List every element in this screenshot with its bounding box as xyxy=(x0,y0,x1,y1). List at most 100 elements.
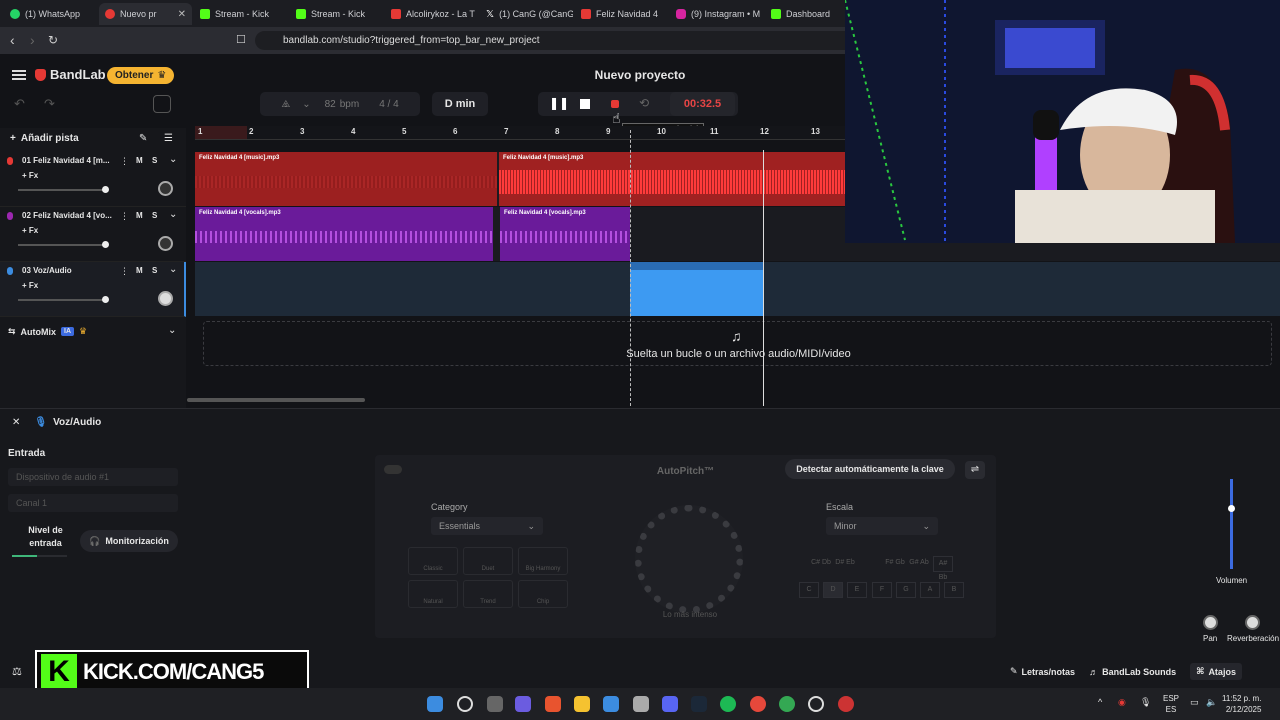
key-f[interactable]: F xyxy=(872,582,892,598)
volume-slider[interactable] xyxy=(18,299,106,301)
url-field[interactable]: bandlab.com/studio?triggered_from=top_ba… xyxy=(255,31,855,50)
upgrade-button[interactable]: Obtener ♛ xyxy=(107,67,175,84)
metronome-dropdown-icon[interactable]: ⌄ xyxy=(302,99,310,110)
key-d-sharp[interactable]: D# Eb xyxy=(835,556,855,572)
key-b[interactable]: B xyxy=(944,582,964,598)
solo-button[interactable]: S xyxy=(152,156,157,165)
search-icon[interactable] xyxy=(457,696,473,712)
detect-key-button[interactable]: Detectar automáticamente la clave xyxy=(785,459,955,479)
key-g[interactable]: G xyxy=(896,582,916,598)
category-select[interactable]: Essentials ⌄ xyxy=(431,517,543,535)
store-icon[interactable] xyxy=(603,696,619,712)
mute-button[interactable]: M xyxy=(136,156,143,165)
tab-bandlab[interactable]: Nuevo pr ✕ xyxy=(99,3,192,25)
time-signature[interactable]: 4 / 4 xyxy=(379,99,398,110)
mute-button[interactable]: M xyxy=(136,211,143,220)
solo-button[interactable]: S xyxy=(152,211,157,220)
mic-tray-icon[interactable]: 🎙 xyxy=(1140,697,1151,708)
tray-chevron-icon[interactable]: ^ xyxy=(1098,697,1102,707)
language-indicator[interactable]: ESP ES xyxy=(1163,693,1179,715)
chevron-down-icon[interactable]: ⌄ xyxy=(169,209,177,220)
add-track-button[interactable]: + Añadir pista xyxy=(10,133,79,144)
tempo-control[interactable]: ⧌ ⌄ 82 bpm 4 / 4 xyxy=(260,92,420,116)
volume-slider[interactable] xyxy=(18,189,106,191)
monitor-button[interactable]: 🎧 Monitorización xyxy=(80,530,178,552)
loop-icon[interactable]: ⟲ xyxy=(639,96,649,110)
add-fx-button[interactable]: + Fx xyxy=(22,226,38,235)
key-g-sharp[interactable]: G# Ab xyxy=(909,556,929,572)
metronome-icon[interactable]: ⧌ xyxy=(281,99,290,110)
shortcuts-button[interactable]: ⌘ Atajos xyxy=(1190,663,1242,680)
reload-icon[interactable]: ↻ xyxy=(48,33,58,47)
tray-app-icon[interactable]: ◉ xyxy=(1118,697,1126,708)
chevron-down-icon[interactable]: ⌄ xyxy=(169,264,177,275)
reverb-knob[interactable] xyxy=(1245,615,1260,630)
preset-big-harmony[interactable]: Big Harmony xyxy=(518,547,568,575)
steam-icon[interactable] xyxy=(691,696,707,712)
volume-fader[interactable] xyxy=(1230,479,1233,569)
more-icon[interactable]: ⋮ xyxy=(120,211,129,222)
record-icon[interactable] xyxy=(611,100,619,108)
obs-icon[interactable] xyxy=(808,696,824,712)
key-c-sharp[interactable]: C# Db xyxy=(811,556,831,572)
bookmark-icon[interactable]: ☐ xyxy=(236,33,246,46)
track-name[interactable]: 01 Feliz Navidad 4 [m... xyxy=(22,156,110,165)
track-name[interactable]: 02 Feliz Navidad 4 [vo... xyxy=(22,211,112,220)
pause-icon[interactable]: ❚❚ xyxy=(549,96,569,110)
edit-tool-icon[interactable]: ✎ xyxy=(139,133,147,144)
preset-classic[interactable]: Classic xyxy=(408,547,458,575)
add-fx-button[interactable]: + Fx xyxy=(22,171,38,180)
solo-button[interactable]: S xyxy=(152,266,157,275)
discord-icon[interactable] xyxy=(662,696,678,712)
tab-youtube-2[interactable]: Feliz Navidad 4 xyxy=(575,3,668,25)
clip-vocals-1[interactable]: Feliz Navidad 4 [vocals].mp3 xyxy=(195,207,493,261)
lane-voice[interactable] xyxy=(195,262,1280,316)
volume-fader-handle[interactable] xyxy=(1228,505,1235,512)
tab-kick-1[interactable]: Stream - Kick xyxy=(194,3,287,25)
track-name[interactable]: 03 Voz/Audio xyxy=(22,266,72,275)
drop-zone[interactable]: ♫ Suelta un bucle o un archivo audio/MID… xyxy=(203,321,1272,366)
app-icon[interactable] xyxy=(838,696,854,712)
clip-vocals-2[interactable]: Feliz Navidad 4 [vocals].mp3 xyxy=(500,207,630,261)
preset-chip[interactable]: Chip xyxy=(518,580,568,608)
brave-icon[interactable] xyxy=(545,696,561,712)
volume-slider-knob[interactable] xyxy=(102,241,109,248)
automix-row[interactable]: ⇆ AutoMix IA ♛ xyxy=(8,326,87,337)
task-view-icon[interactable] xyxy=(487,696,503,712)
tab-kick-2[interactable]: Stream - Kick xyxy=(290,3,383,25)
project-title[interactable]: Nuevo proyecto xyxy=(560,68,720,82)
key-a-sharp[interactable]: A# Bb xyxy=(933,556,953,581)
stop-icon[interactable] xyxy=(580,99,590,109)
tab-youtube-1[interactable]: Alcolirykoz - La T xyxy=(385,3,478,25)
chrome-icon[interactable] xyxy=(750,696,766,712)
pan-knob[interactable] xyxy=(158,291,173,306)
app-icon[interactable] xyxy=(633,696,649,712)
redo-icon[interactable]: ↷ xyxy=(44,96,55,112)
spotify-icon[interactable] xyxy=(720,696,736,712)
chevron-down-icon[interactable]: ⌄ xyxy=(169,154,177,165)
tuner-icon[interactable]: ⚖ xyxy=(12,665,22,678)
clip-music-2[interactable]: Feliz Navidad 4 [music].mp3 xyxy=(499,152,849,206)
more-icon[interactable]: ⋮ xyxy=(120,156,129,167)
tab-instagram[interactable]: (9) Instagram • M xyxy=(670,3,763,25)
timeline-ruler[interactable]: 1 2 3 4 5 6 7 8 9 10 11 12 13 xyxy=(195,126,850,140)
close-icon[interactable]: ✕ xyxy=(12,417,20,428)
sliders-icon[interactable]: ⇌ xyxy=(965,461,985,479)
chevron-down-icon[interactable]: ⌄ xyxy=(168,325,176,336)
key-selector[interactable]: D min xyxy=(432,92,488,116)
track-row-1[interactable]: 01 Feliz Navidad 4 [m... ⋮ M S ⌄ + Fx xyxy=(0,152,186,207)
volume-slider-knob[interactable] xyxy=(102,186,109,193)
forward-icon[interactable]: › xyxy=(30,32,35,48)
add-fx-button[interactable]: + Fx xyxy=(22,281,38,290)
channel-select[interactable]: Canal 1 xyxy=(8,494,178,512)
autopitch-dial[interactable] xyxy=(635,505,743,613)
horizontal-scrollbar[interactable] xyxy=(187,398,365,402)
track-row-2[interactable]: 02 Feliz Navidad 4 [vo... ⋮ M S ⌄ + Fx xyxy=(0,207,186,262)
key-e[interactable]: E xyxy=(847,582,867,598)
windows-start-icon[interactable] xyxy=(427,696,443,712)
undo-icon[interactable]: ↶ xyxy=(14,96,25,112)
key-f-sharp[interactable]: F# Gb xyxy=(885,556,905,572)
track-settings-icon[interactable]: ☰ xyxy=(164,133,173,144)
volume-slider-knob[interactable] xyxy=(102,296,109,303)
network-icon[interactable]: ▭ xyxy=(1190,697,1199,708)
